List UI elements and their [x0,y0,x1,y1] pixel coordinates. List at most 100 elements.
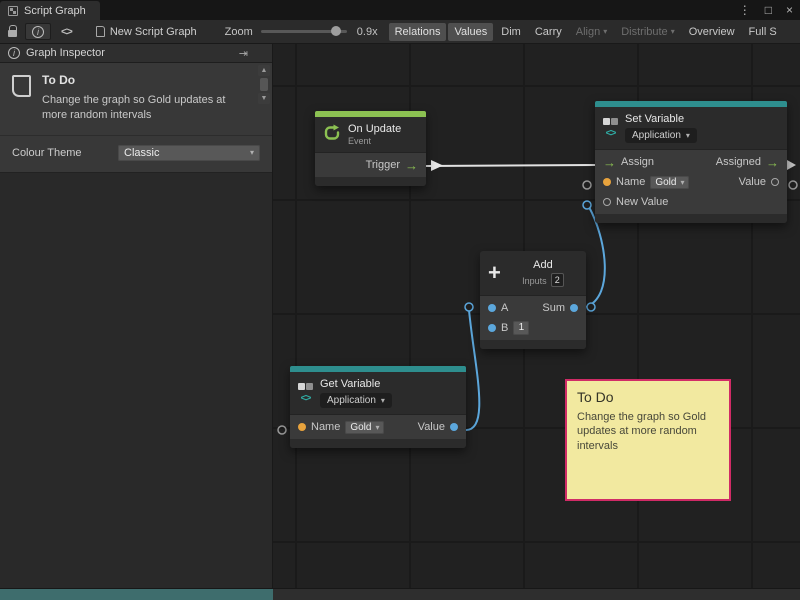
code-icon: <> [301,393,311,404]
assigned-out-port[interactable] [787,160,796,170]
sticky-note-icon [12,75,31,97]
name-in-port[interactable] [278,426,286,434]
b-value-input[interactable]: 1 [513,321,529,335]
wire-value-to-a[interactable] [464,310,479,430]
fullscreen-button[interactable]: Full S [743,23,783,41]
port-row-name: Name Gold ▾ Value [290,417,466,437]
distribute-dropdown[interactable]: Distribute ▾ [615,23,680,41]
graph-canvas[interactable]: On Update Event Trigger → [273,44,800,588]
todo-text: Change the graph so Gold updates at more… [42,93,248,123]
distribute-label: Distribute [621,26,667,38]
flow-out-port[interactable]: → [405,159,418,172]
port-label-new-value: New Value [616,196,668,208]
node-get-variable[interactable]: <> Get Variable Application ▾ Name [290,366,466,448]
carry-toggle[interactable]: Carry [529,23,568,41]
scroll-up-icon[interactable]: ▲ [258,65,270,76]
dim-toggle[interactable]: Dim [495,23,527,41]
graph-title-label[interactable]: New Script Graph [110,26,197,38]
node-footer [595,214,787,223]
node-on-update[interactable]: On Update Event Trigger → [315,111,426,186]
node-title: Add [508,259,578,271]
info-button[interactable]: i [25,23,51,40]
tab-title: Script Graph [24,5,86,17]
sticky-note-text: Change the graph so Gold updates at more… [577,410,719,453]
flow-in-port[interactable]: → [603,156,616,169]
kebab-menu-icon[interactable]: ⋮ [732,0,758,20]
values-toggle[interactable]: Values [448,23,493,41]
zoom-slider-handle[interactable] [331,26,341,36]
scroll-down-icon[interactable]: ▼ [258,93,270,104]
port-label-assigned: Assigned [716,156,761,168]
info-icon: i [8,47,20,59]
new-value-in-port[interactable] [583,201,591,209]
number-port-dot[interactable] [488,324,496,332]
node-add[interactable]: + Add Inputs 2 A Sum [480,251,586,349]
node-set-variable[interactable]: <> Set Variable Application ▾ → Assign [595,101,787,223]
align-label: Align [576,26,600,38]
node-ports: A Sum B 1 [480,295,586,340]
horizontal-scrollbar-thumb[interactable] [0,589,273,600]
align-dropdown[interactable]: Align ▾ [570,23,613,41]
tab-script-graph[interactable]: Script Graph [0,1,100,20]
variable-name-dropdown[interactable]: Gold ▾ [650,176,689,189]
inspector-title: Graph Inspector [26,47,105,59]
number-port-dot[interactable] [570,304,578,312]
script-file-icon [96,26,105,37]
number-port-dot[interactable] [488,304,496,312]
number-port-dot[interactable] [450,423,458,431]
port-label-name: Name [616,176,645,188]
port-label-value: Value [739,176,766,188]
node-ports: Trigger → [315,152,426,177]
close-icon[interactable]: × [779,0,800,20]
variable-name-value: Gold [350,422,371,433]
colour-theme-label: Colour Theme [12,147,112,159]
port-row-a: A Sum [480,298,586,318]
dock-icon[interactable]: ⇥ [239,47,264,60]
colour-theme-row: Colour Theme Classic ▾ [0,136,272,173]
value-out-port[interactable] [789,181,797,189]
main-content: i Graph Inspector ⇥ ▲ ▼ To Do Change the… [0,44,800,588]
tab-bar: Script Graph ⋮ □ × [0,0,800,20]
node-header: On Update Event [315,117,426,152]
script-graph-window: Script Graph ⋮ □ × i <> New Script Graph… [0,0,800,600]
string-port-dot[interactable] [603,178,611,186]
port-label-trigger: Trigger [366,159,400,171]
overview-button[interactable]: Overview [683,23,741,41]
port-row-new-value: New Value [595,192,787,212]
variable-name-dropdown[interactable]: Gold ▾ [345,421,384,434]
node-ports: Name Gold ▾ Value [290,414,466,439]
sum-out-port[interactable] [587,303,595,311]
chevron-down-icon: ▾ [680,178,684,187]
port-label-a: A [501,302,508,314]
sticky-note-title: To Do [577,389,719,405]
string-port-dot[interactable] [298,423,306,431]
variable-scope-dropdown[interactable]: Application ▾ [625,128,697,143]
inspector-scrollbar[interactable]: ▲ ▼ [258,65,270,104]
code-icon[interactable]: <> [61,26,72,38]
inputs-count-badge[interactable]: 2 [551,273,564,287]
value-port-dot[interactable] [771,178,779,186]
horizontal-scrollbar-track[interactable] [273,589,800,600]
scrollbar-thumb[interactable] [260,78,268,91]
variable-icon [603,118,618,125]
wire-trigger-to-assign[interactable] [426,165,595,166]
sticky-note[interactable]: To Do Change the graph so Gold updates a… [565,379,731,501]
graph-inspector-panel: i Graph Inspector ⇥ ▲ ▼ To Do Change the… [0,44,273,588]
relations-toggle[interactable]: Relations [389,23,447,41]
new-value-port-dot[interactable] [603,198,611,206]
variable-scope-dropdown[interactable]: Application ▾ [320,393,392,408]
window-controls: ⋮ □ × [732,0,800,20]
port-row-name: Name Gold ▾ Value [595,172,787,192]
a-in-port[interactable] [465,303,473,311]
flow-out-port[interactable]: → [766,156,779,169]
colour-theme-dropdown[interactable]: Classic ▾ [118,145,260,161]
info-icon: i [32,26,44,38]
maximize-icon[interactable]: □ [758,0,779,20]
variable-scope-value: Application [632,130,681,141]
zoom-slider[interactable] [261,30,347,33]
node-subtitle-row: Inputs 2 [508,273,578,287]
name-in-port[interactable] [583,181,591,189]
lock-icon[interactable] [8,30,17,37]
port-row-b: B 1 [480,318,586,338]
variable-icon [298,383,313,390]
